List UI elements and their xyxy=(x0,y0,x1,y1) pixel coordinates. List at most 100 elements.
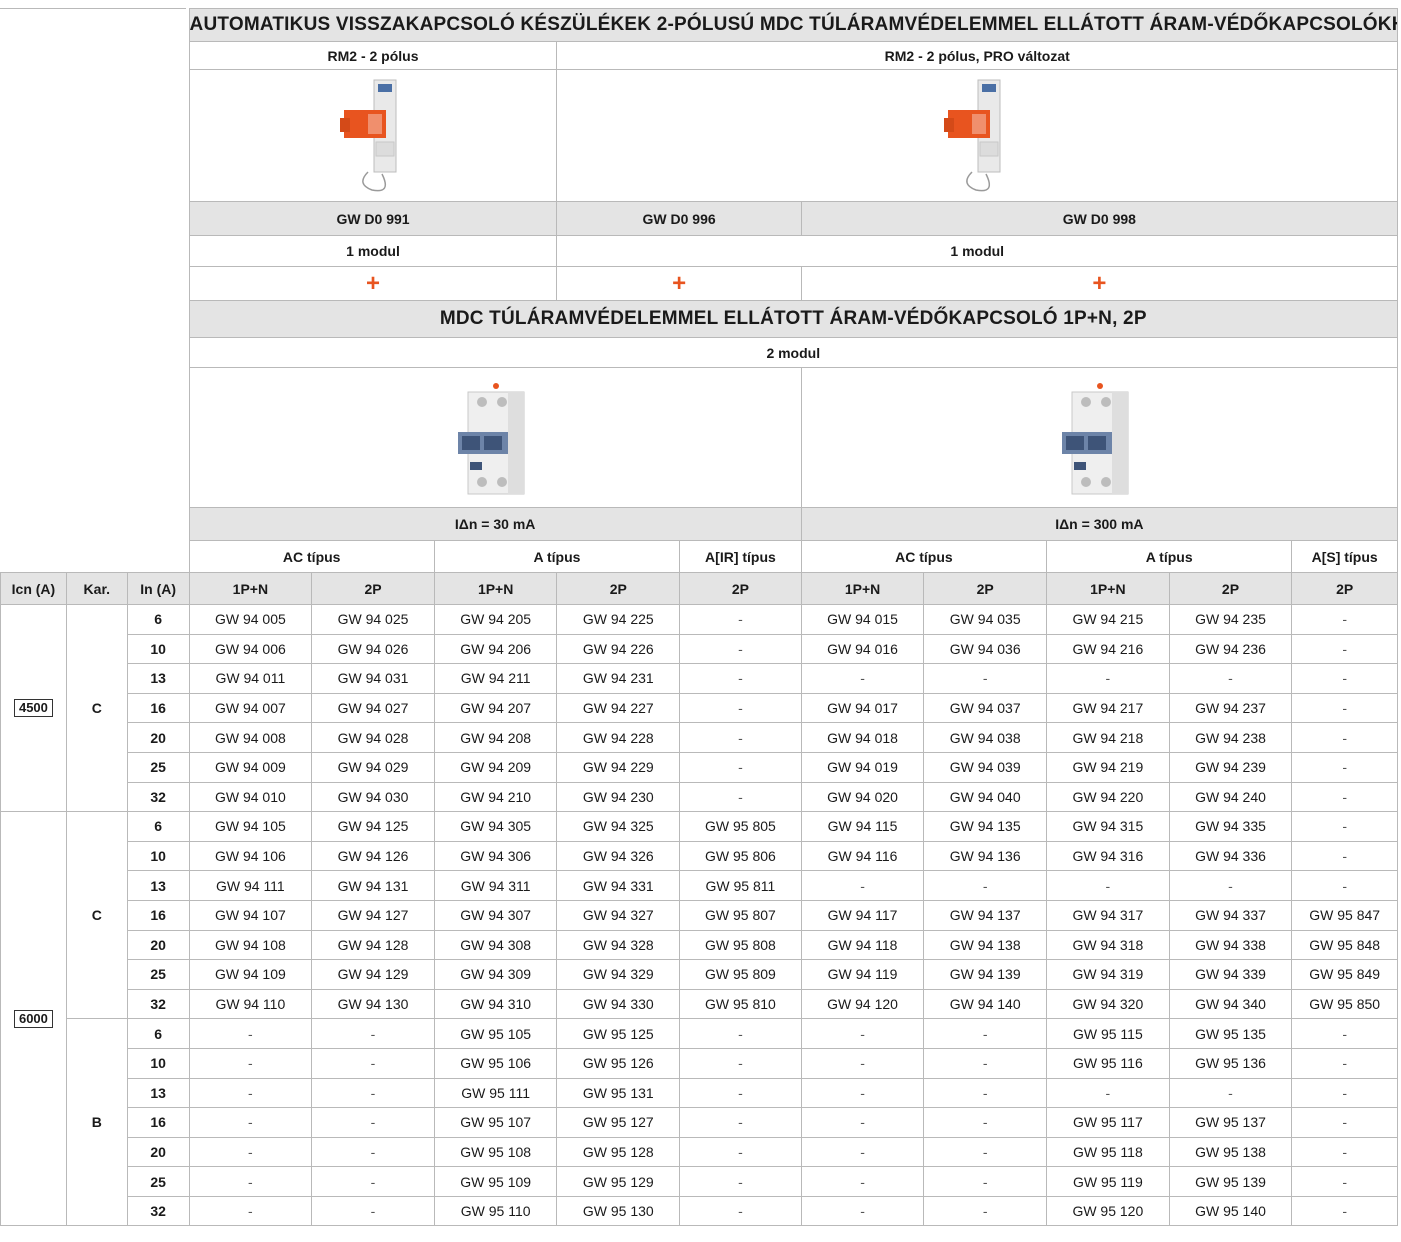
code-cell: GW 94 030 xyxy=(311,781,435,813)
code-cell: GW 95 138 xyxy=(1168,1136,1293,1168)
code-cell: GW 95 847 xyxy=(1291,899,1398,931)
code-cell: GW 95 806 xyxy=(679,840,802,872)
in-cell: 32 xyxy=(126,988,190,1020)
code-cell: GW 95 807 xyxy=(679,899,802,931)
code-cell: - xyxy=(800,1166,925,1197)
code-cell: GW 94 311 xyxy=(433,870,558,901)
code-cell: GW 94 215 xyxy=(1046,604,1170,635)
code-cell: GW 94 108 xyxy=(188,929,313,961)
code-cell: GW 95 110 xyxy=(433,1195,558,1227)
column-header: 1P+N xyxy=(188,572,313,605)
code-cell: GW 94 120 xyxy=(800,988,925,1020)
table-row: 20- - GW 95 108 GW 95 128- - - GW 95 118 GW 95 … xyxy=(1,1136,1398,1168)
code-cell: - xyxy=(1046,870,1170,901)
code-cell: GW 95 137 xyxy=(1168,1107,1293,1138)
in-cell: 32 xyxy=(126,1195,190,1227)
code-cell: GW 94 010 xyxy=(188,781,313,813)
code-cell: GW 95 131 xyxy=(556,1077,681,1109)
code-cell: GW 95 850 xyxy=(1291,988,1398,1020)
code-cell: GW 95 116 xyxy=(1046,1047,1170,1079)
mdc-breaker-icon xyxy=(458,382,525,494)
code-gw-d0-991: GW D0 991 xyxy=(188,201,558,236)
code-cell: - xyxy=(1046,1077,1170,1109)
code-cell: GW 94 016 xyxy=(800,633,925,665)
code-cell: GW 94 136 xyxy=(923,840,1048,872)
code-cell: GW 95 805 xyxy=(679,811,802,842)
in-cell: 32 xyxy=(126,781,190,813)
code-cell: GW 94 315 xyxy=(1046,811,1170,842)
icn-cell: 6000 xyxy=(0,811,67,1227)
column-header: 2P xyxy=(1168,572,1293,605)
code-cell: GW 95 106 xyxy=(433,1047,558,1079)
modul2: 2 modul xyxy=(188,337,1399,368)
code-cell: - xyxy=(923,1107,1048,1138)
code-cell: - xyxy=(1291,840,1398,872)
code-cell: - xyxy=(1168,663,1293,694)
table-row: 32 GW 94 110 GW 94 130 GW 94 310 GW 94 330 GW… xyxy=(1,988,1398,1020)
code-cell: - xyxy=(311,1047,435,1079)
code-cell: GW 95 140 xyxy=(1168,1195,1293,1227)
code-cell: - xyxy=(800,870,925,901)
code-cell: GW 94 119 xyxy=(800,959,925,990)
code-cell: - xyxy=(1291,663,1398,694)
code-cell: GW 94 105 xyxy=(188,811,313,842)
rm2-image xyxy=(188,69,558,202)
kar-cell: C xyxy=(65,811,128,1020)
code-cell: GW 94 035 xyxy=(923,604,1048,635)
column-header: In (A) xyxy=(126,572,190,605)
table-row: 10- - GW 95 106 GW 95 126- - - GW 95 116 GW 95 … xyxy=(1,1047,1398,1079)
code-cell: GW 94 039 xyxy=(923,751,1048,783)
code-cell: - xyxy=(679,1195,802,1227)
type-a-300: A típus xyxy=(1046,540,1293,573)
code-cell: GW 94 139 xyxy=(923,959,1048,990)
code-cell: GW 94 240 xyxy=(1168,781,1293,813)
code-cell: GW 94 009 xyxy=(188,751,313,783)
code-cell: GW 94 228 xyxy=(556,722,681,753)
rm2-pro-image xyxy=(556,69,1398,202)
code-cell: GW 94 118 xyxy=(800,929,925,961)
code-cell: GW 94 318 xyxy=(1046,929,1170,961)
code-cell: GW 94 220 xyxy=(1046,781,1170,813)
in-cell: 6 xyxy=(126,604,190,635)
code-cell: GW 94 310 xyxy=(433,988,558,1020)
code-cell: GW 94 127 xyxy=(311,899,435,931)
code-cell: - xyxy=(1291,751,1398,783)
idn-30: IΔn = 30 mA xyxy=(188,507,802,541)
in-cell: 16 xyxy=(126,692,190,724)
table-row: 25 GW 94 009 GW 94 029 GW 94 209 GW 94 229- G… xyxy=(1,751,1398,783)
rm2-relay-orange-icon xyxy=(944,79,1001,191)
code-cell: - xyxy=(679,722,802,753)
code-cell: - xyxy=(923,1018,1048,1049)
code-cell: GW 94 235 xyxy=(1168,604,1293,635)
code-cell: GW 94 011 xyxy=(188,663,313,694)
code-cell: GW 94 008 xyxy=(188,722,313,753)
code-cell: - xyxy=(800,1136,925,1168)
code-cell: - xyxy=(800,1077,925,1109)
column-header: 1P+N xyxy=(1046,572,1170,605)
code-cell: - xyxy=(1291,1136,1398,1168)
code-cell: GW 94 325 xyxy=(556,811,681,842)
in-cell: 13 xyxy=(126,663,190,694)
table-row: B 6- - GW 95 105 GW 95 125- - - GW 95 115 GW 95 … xyxy=(1,1018,1398,1227)
code-gw-d0-998: GW D0 998 xyxy=(800,201,1399,236)
code-cell: - xyxy=(1168,870,1293,901)
code-cell: GW 94 319 xyxy=(1046,959,1170,990)
breaker-image-30ma xyxy=(188,367,802,508)
code-cell: - xyxy=(188,1136,313,1168)
code-cell: GW 95 128 xyxy=(556,1136,681,1168)
code-cell: GW 95 115 xyxy=(1046,1018,1170,1049)
rm2-pro-label: RM2 - 2 pólus, PRO változat xyxy=(556,41,1398,70)
code-cell: - xyxy=(188,1047,313,1079)
code-cell: GW 94 140 xyxy=(923,988,1048,1020)
column-header: 2P xyxy=(923,572,1048,605)
code-cell: GW 94 037 xyxy=(923,692,1048,724)
code-cell: GW 95 105 xyxy=(433,1018,558,1049)
table-row: 13- - GW 95 111 GW 95 131- - - - - - xyxy=(1,1077,1398,1109)
code-cell: GW 94 307 xyxy=(433,899,558,931)
code-cell: - xyxy=(679,751,802,783)
code-cell: GW 94 207 xyxy=(433,692,558,724)
code-cell: GW 94 211 xyxy=(433,663,558,694)
table-row: 10 GW 94 106 GW 94 126 GW 94 306 GW 94 326 GW… xyxy=(1,840,1398,872)
code-cell: - xyxy=(679,633,802,665)
rm2-label: RM2 - 2 pólus xyxy=(188,41,558,70)
